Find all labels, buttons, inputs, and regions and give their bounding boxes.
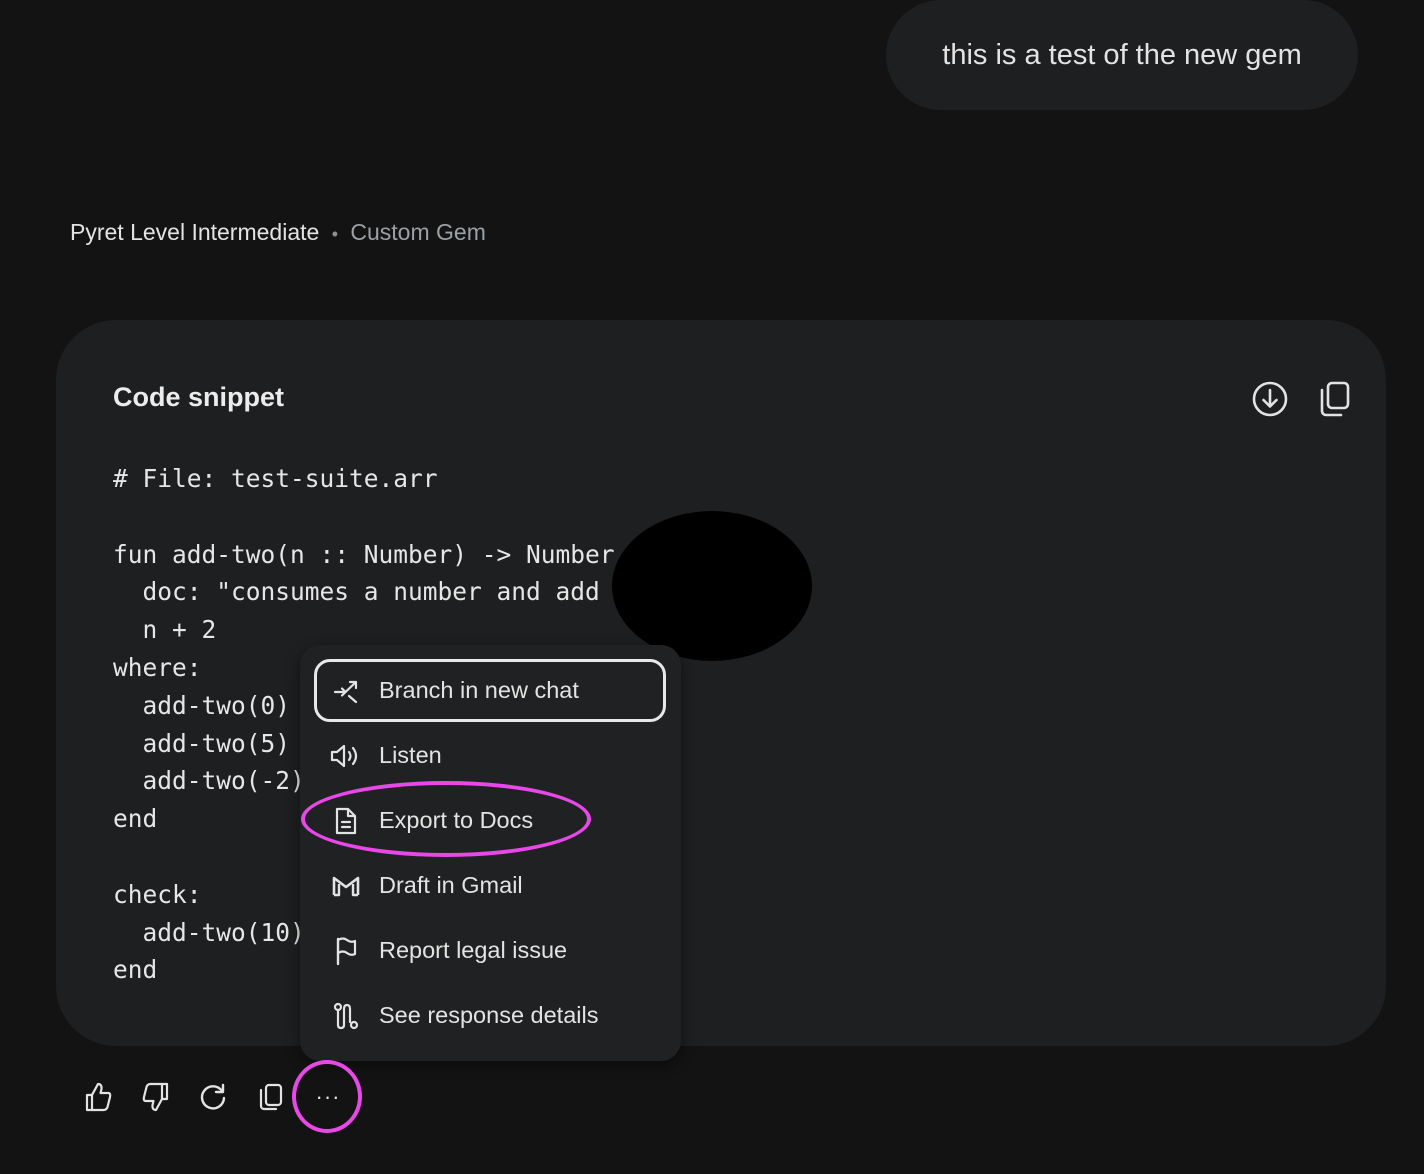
speaker-icon — [328, 738, 364, 774]
code-line: check: — [113, 879, 202, 909]
menu-item-branch-in-new-chat[interactable]: Branch in new chat — [314, 659, 666, 722]
code-line: # File: test-suite.arr — [113, 464, 438, 493]
code-line: fun add-two(n :: Number) -> Number — [113, 539, 615, 569]
menu-item-label: Export to Docs — [379, 807, 534, 833]
code-line: add-two(5) — [113, 728, 291, 758]
more-options-menu: Branch in new chat Listen Export to Docs… — [300, 645, 681, 1061]
code-line: add-two(-2) — [113, 766, 305, 796]
thumbs-down-icon[interactable] — [136, 1077, 176, 1117]
route-icon — [328, 998, 364, 1034]
menu-item-label: Draft in Gmail — [379, 872, 523, 898]
gem-separator: • — [331, 224, 338, 244]
thumbs-up-icon[interactable] — [78, 1077, 118, 1117]
copy-response-icon[interactable] — [251, 1077, 291, 1117]
flag-icon — [328, 933, 364, 969]
copy-icon[interactable] — [1315, 379, 1355, 419]
more-options-icon: ··· — [315, 1084, 341, 1109]
refresh-icon[interactable] — [193, 1077, 233, 1117]
menu-item-export-to-docs[interactable]: Export to Docs — [314, 789, 666, 852]
menu-item-see-response-details[interactable]: See response details — [314, 984, 666, 1047]
user-message-text: this is a test of the new gem — [942, 38, 1302, 71]
redaction-blob — [612, 511, 812, 661]
code-line: add-two(0) — [113, 690, 291, 720]
gmail-icon — [328, 868, 364, 904]
code-line: add-two(10) — [113, 917, 305, 947]
code-line: end — [113, 804, 158, 834]
menu-item-draft-in-gmail[interactable]: Draft in Gmail — [314, 854, 666, 917]
branch-icon — [328, 673, 364, 709]
code-line: doc: "consumes a number and add — [113, 577, 600, 607]
gem-name[interactable]: Pyret Level Intermediate — [70, 219, 319, 245]
more-options-button[interactable]: ··· — [308, 1077, 348, 1117]
code-line: n + 2 — [113, 615, 217, 645]
menu-item-listen[interactable]: Listen — [314, 724, 666, 787]
code-line: end — [113, 955, 158, 985]
gem-attribution: Pyret Level Intermediate • Custom Gem — [70, 214, 486, 252]
menu-item-label: See response details — [379, 1002, 599, 1028]
user-message-bubble: this is a test of the new gem — [886, 0, 1358, 110]
gem-type: Custom Gem — [350, 219, 486, 245]
menu-item-report-legal-issue[interactable]: Report legal issue — [314, 919, 666, 982]
chat-page: this is a test of the new gem Pyret Leve… — [0, 0, 1424, 1174]
menu-item-label: Report legal issue — [379, 937, 568, 963]
document-icon — [328, 803, 364, 839]
code-snippet-card: Code snippet # File: test-suite.arr fun … — [56, 320, 1386, 1046]
menu-item-label: Listen — [379, 742, 442, 768]
download-circle-icon[interactable] — [1250, 379, 1290, 419]
code-snippet-title: Code snippet — [113, 382, 285, 412]
code-line: where: — [113, 652, 202, 682]
menu-item-label: Branch in new chat — [379, 677, 579, 703]
